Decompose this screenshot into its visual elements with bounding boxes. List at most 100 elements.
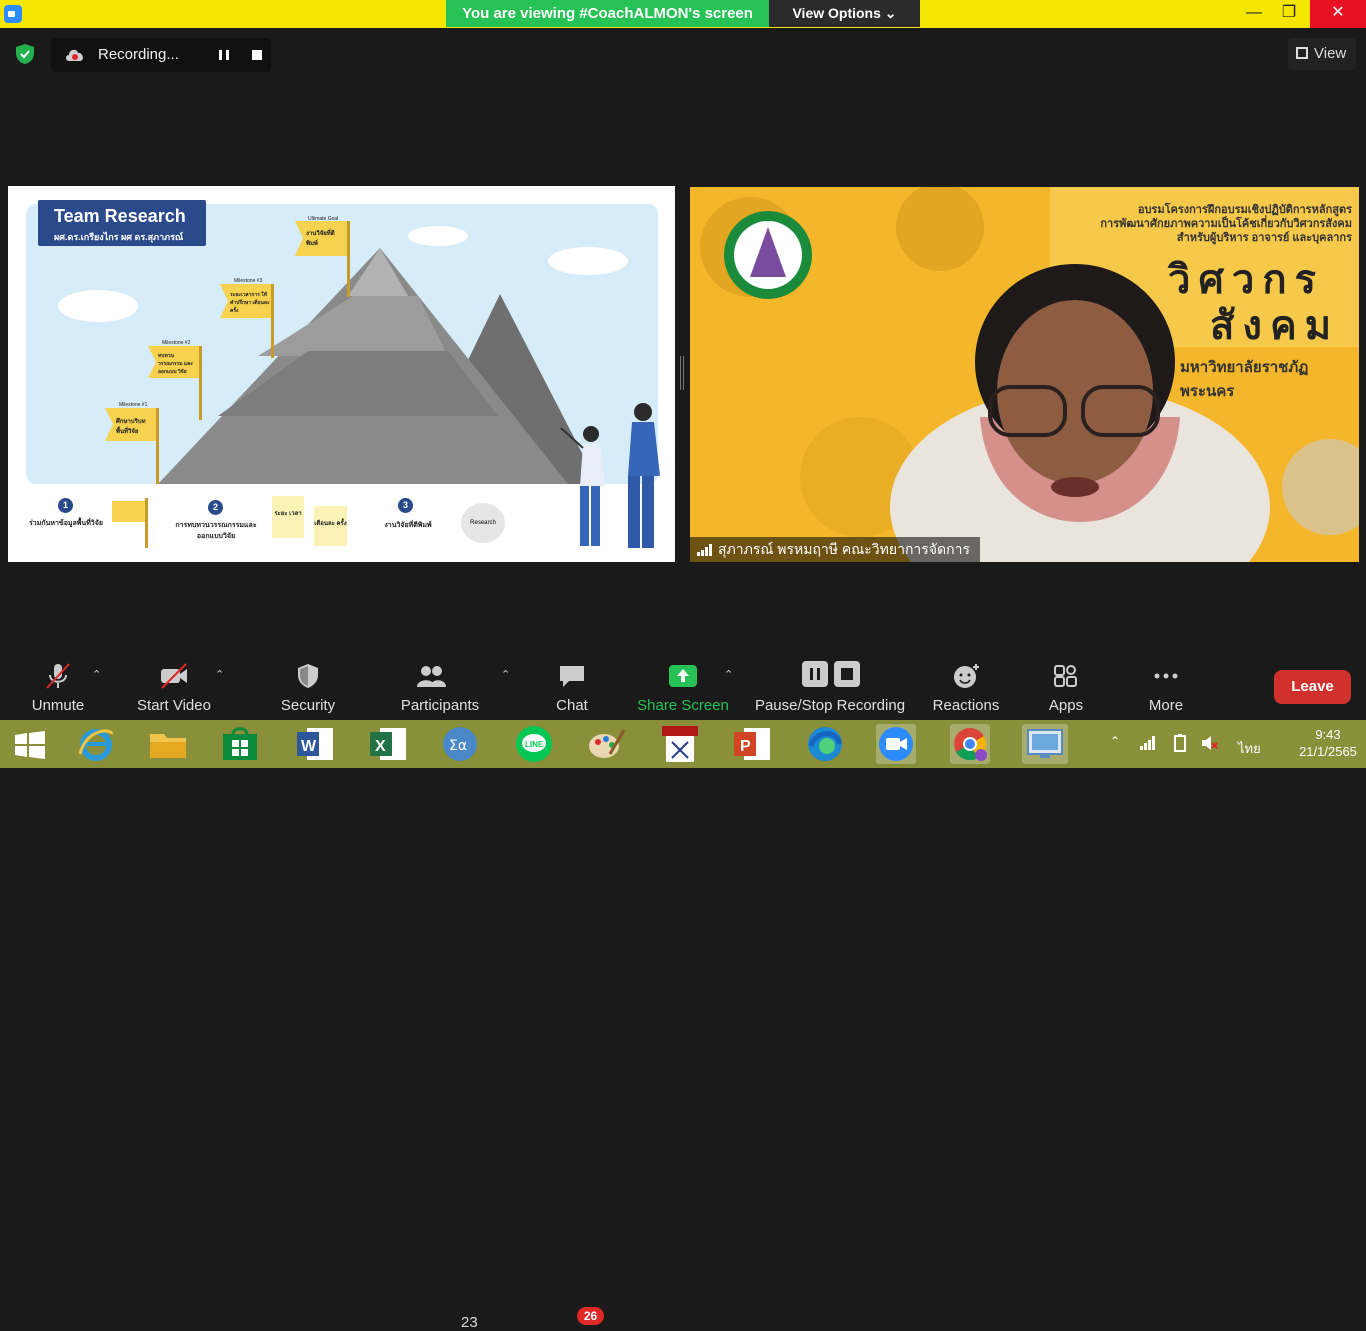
battery-icon[interactable]: [1172, 734, 1188, 752]
banner-big-text-2: สังคม: [1210, 304, 1340, 348]
milestone1-label: Milestone #1: [119, 402, 148, 408]
svg-text:LINE: LINE: [525, 740, 544, 749]
sticky-note-duration: ระยะ เวลา: [272, 496, 304, 538]
chat-label: Chat: [556, 697, 588, 714]
file-explorer-icon[interactable]: [148, 724, 188, 764]
view-layout-button[interactable]: View: [1288, 38, 1356, 70]
cloud-recording-icon: [66, 49, 83, 61]
muted-microphone-icon: [46, 663, 70, 689]
step2-number: 2: [208, 500, 223, 515]
minimize-button[interactable]: —: [1235, 0, 1273, 28]
clock-time: 9:43: [1315, 727, 1341, 742]
zoom-logo-icon: [4, 5, 22, 23]
microsoft-store-icon[interactable]: [220, 724, 260, 764]
apps-label: Apps: [1048, 697, 1084, 714]
word-icon[interactable]: W: [295, 724, 335, 764]
powerpoint-icon[interactable]: P: [732, 724, 772, 764]
windows-taskbar: W X Σα LINE P ⌃: [0, 720, 1366, 768]
pause-recording-icon[interactable]: [213, 44, 235, 66]
recording-label: Recording...: [98, 46, 179, 63]
speaker-muted-icon[interactable]: [1200, 734, 1218, 752]
paint-icon[interactable]: [586, 724, 626, 764]
milestone2-label: Milestone #2: [162, 340, 191, 346]
tray-overflow-icon[interactable]: ⌃: [1110, 734, 1120, 748]
slide-title: Team Research: [54, 206, 186, 226]
step1-text: ร่วมกันหาข้อมูลพื้นที่วิจัย: [29, 520, 103, 527]
participants-count: 23: [461, 1314, 478, 1331]
unmute-button[interactable]: Unmute: [18, 650, 98, 720]
view-options-button[interactable]: View Options ⌄: [769, 0, 920, 27]
video-options-caret[interactable]: ⌃: [215, 668, 224, 681]
pause-stop-recording-label: Pause/Stop Recording: [754, 697, 906, 714]
svg-text:X: X: [375, 738, 386, 755]
view-label: View: [1314, 45, 1347, 62]
step2-text: การทบทวนวรรณกรรมและออกแบบวิจัย: [175, 522, 257, 540]
apps-button[interactable]: Apps: [1034, 650, 1098, 720]
chrome-icon[interactable]: [950, 724, 990, 764]
viewing-banner: You are viewing #CoachALMON's screen Vie…: [446, 0, 920, 27]
network-signal-icon[interactable]: [1140, 736, 1156, 750]
security-button[interactable]: Security: [270, 650, 346, 720]
line-app-icon[interactable]: LINE: [514, 724, 554, 764]
ultimate-goal-flag: งานวิจัยที่ตีพิมพ์: [306, 231, 335, 247]
input-language[interactable]: ไทย: [1238, 738, 1261, 759]
pause-stop-recording-button[interactable]: Pause/Stop Recording: [752, 650, 908, 720]
windows-start-icon[interactable]: [14, 731, 46, 759]
milestone2-flag: ทบทวน วรรณกรรม และออกแบบ วิจัย: [158, 353, 193, 375]
title-bar: You are viewing #CoachALMON's screen Vie…: [0, 0, 1366, 28]
svg-text:W: W: [301, 738, 317, 755]
internet-explorer-icon[interactable]: [76, 724, 116, 764]
participant-name: สุภาภรณ์ พรหมฤาษี คณะวิทยาการจัดการ: [718, 541, 970, 557]
share-screen-label: Share Screen: [637, 697, 729, 714]
maximize-button[interactable]: ❐: [1270, 0, 1308, 28]
participant-video[interactable]: อบรมโครงการฝึกอบรมเชิงปฏิบัติการหลักสูตร…: [690, 187, 1359, 562]
clock[interactable]: 9:43 21/1/2565: [1296, 727, 1360, 759]
excel-icon[interactable]: X: [368, 724, 408, 764]
chat-bubble-icon: [560, 666, 584, 687]
milestone1-flag: ศึกษาบริบท พื้นที่วิจัย: [116, 419, 146, 435]
step3-text: งานวิจัยที่ตีพิมพ์: [384, 522, 432, 529]
close-button[interactable]: ✕: [1310, 0, 1366, 28]
encryption-shield-icon[interactable]: [14, 43, 36, 65]
milestone3-flag: ระยะเวลาการ ให้คำปรึกษา เดือนละครั้ง: [230, 292, 270, 314]
share-options-caret[interactable]: ⌃: [724, 668, 733, 681]
security-shield-icon: [298, 664, 318, 688]
step1-number: 1: [58, 498, 73, 513]
milestone3-label: Milestone #3: [234, 278, 263, 284]
banner-line-2: การพัฒนาศักยภาพความเป็นโค้ชเกี่ยวกับวิศว…: [1100, 218, 1352, 230]
zoom-app-icon[interactable]: [876, 724, 916, 764]
leave-button[interactable]: Leave: [1274, 670, 1351, 704]
chat-unread-badge: 26: [577, 1307, 604, 1325]
more-label: More: [1148, 697, 1184, 714]
video-off-icon: [161, 663, 187, 689]
participants-label: Participants: [400, 697, 480, 714]
shared-screen[interactable]: Team Research ผศ.ดร.เกรียงไกร ผศ ดร.สุภา…: [8, 186, 675, 562]
share-screen-button[interactable]: Share Screen: [636, 650, 730, 720]
sticky-note-monthly: เดือนละ ครั้ง: [314, 506, 347, 546]
recording-indicator: Recording...: [51, 38, 271, 72]
banner-line-1: อบรมโครงการฝึกอบรมเชิงปฏิบัติการหลักสูตร: [1137, 204, 1352, 216]
edge-icon[interactable]: [805, 724, 845, 764]
lisrel-icon[interactable]: [660, 724, 700, 764]
research-bubble: Research: [461, 503, 505, 543]
participants-options-caret[interactable]: ⌃: [501, 668, 510, 681]
signal-bars-icon: [697, 544, 712, 556]
chat-button[interactable]: Chat: [540, 650, 604, 720]
start-video-label: Start Video: [137, 697, 211, 714]
banner-line-3: สำหรับผู้บริหาร อาจารย์ และบุคลากร: [1176, 232, 1352, 244]
more-button[interactable]: More: [1134, 650, 1198, 720]
math-input-icon[interactable]: Σα: [440, 724, 480, 764]
participants-button[interactable]: Participants: [396, 650, 484, 720]
reactions-label: Reactions: [932, 697, 1000, 714]
stop-recording-icon[interactable]: [246, 44, 268, 66]
reactions-button[interactable]: Reactions: [928, 650, 1004, 720]
panel-divider-handle[interactable]: [680, 356, 684, 390]
banner-university: มหาวิทยาลัยราชภัฏพระนคร: [1180, 359, 1309, 400]
remote-desktop-icon[interactable]: [1022, 724, 1068, 764]
smiley-plus-icon: [954, 664, 979, 688]
start-video-button[interactable]: Start Video: [130, 650, 218, 720]
security-label: Security: [280, 697, 336, 714]
audio-options-caret[interactable]: ⌃: [92, 668, 101, 681]
banner-text-block: อบรมโครงการฝึกอบรมเชิงปฏิบัติการหลักสูตร…: [1100, 203, 1352, 245]
participants-icon: [417, 666, 447, 687]
